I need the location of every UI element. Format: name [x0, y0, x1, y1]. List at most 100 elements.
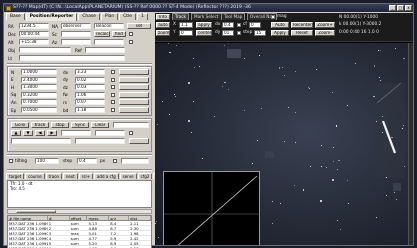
- option-checkbox[interactable]: [113, 159, 117, 163]
- dx-field[interactable]: 0.4: [222, 22, 234, 28]
- column-header[interactable]: mass: [87, 216, 110, 220]
- speed-field[interactable]: [61, 130, 91, 136]
- tilting-field[interactable]: 100: [35, 158, 59, 164]
- step-field[interactable]: 0.4: [77, 158, 97, 164]
- param-field[interactable]: 1.0000: [21, 69, 57, 75]
- maximize-button[interactable]: □: [397, 5, 404, 11]
- param-field[interactable]: 0.3200: [21, 91, 57, 98]
- option-checkbox[interactable]: [129, 131, 133, 135]
- tab-base[interactable]: Base: [6, 13, 25, 20]
- status-field[interactable]: [113, 122, 149, 128]
- vertical-scrollbar[interactable]: [408, 43, 413, 245]
- set-button[interactable]: set: [127, 23, 151, 29]
- column-header[interactable]: snr: [109, 216, 130, 220]
- arrow-up-button[interactable]: ▲: [11, 130, 21, 136]
- option-checkbox[interactable]: [237, 23, 241, 27]
- param-field[interactable]: 0.0500: [21, 107, 57, 113]
- bottom-tab[interactable]: course: [25, 173, 45, 179]
- param-checkbox[interactable]: [111, 70, 115, 74]
- zoom-in-button[interactable]: Zoom+: [315, 22, 335, 28]
- graph-inset[interactable]: [163, 171, 260, 245]
- arrow-down-button[interactable]: ▼: [23, 130, 33, 136]
- param-field[interactable]: 0.07: [75, 99, 105, 106]
- clear-button[interactable]: Clear: [91, 122, 109, 128]
- param-field[interactable]: 2.4000: [21, 76, 57, 83]
- form-field[interactable]: [85, 47, 125, 53]
- bottom-tab[interactable]: rsl+: [78, 173, 93, 179]
- option-checkbox[interactable]: [129, 32, 133, 36]
- param-field[interactable]: 0.03: [75, 84, 105, 91]
- param-button[interactable]: [119, 99, 149, 106]
- form-field[interactable]: [19, 47, 71, 53]
- param-button[interactable]: [119, 69, 149, 75]
- x-field[interactable]: 1.1: [179, 22, 193, 28]
- param-checkbox[interactable]: [111, 100, 115, 105]
- option-checkbox[interactable]: [237, 31, 241, 35]
- scroll-thumb[interactable]: [16, 210, 56, 213]
- param-button[interactable]: [119, 91, 149, 98]
- tab-mark-select[interactable]: Mark Select: [191, 13, 222, 20]
- param-field[interactable]: 0.7000: [21, 99, 57, 106]
- tab-track[interactable]: Track: [172, 13, 189, 20]
- step-field[interactable]: 15: [254, 30, 266, 36]
- cf-field[interactable]: 0: [249, 22, 261, 28]
- stop-button[interactable]: stop: [51, 122, 69, 128]
- tab-position[interactable]: Position/Reporter: [25, 13, 78, 21]
- column-header[interactable]: dist: [129, 216, 151, 220]
- reset-button[interactable]: Reset: [291, 30, 313, 36]
- param-field[interactable]: 1.06: [75, 91, 105, 98]
- minimize-button[interactable]: _: [389, 5, 396, 11]
- extra-field[interactable]: [121, 158, 149, 164]
- form-field[interactable]: observer: [61, 23, 91, 29]
- zoom-button[interactable]: zoom: [156, 30, 170, 36]
- dy-field[interactable]: 01: [222, 30, 234, 36]
- tab-ctle[interactable]: Ctle: [119, 13, 136, 20]
- form-field[interactable]: Beacon: [94, 23, 124, 29]
- recenter-button[interactable]: Recenter: [291, 22, 313, 28]
- info-button[interactable]: Info: [156, 14, 170, 20]
- column-header[interactable]: # file name: [8, 216, 48, 220]
- find-button[interactable]: find: [112, 31, 126, 37]
- tab-tool-map[interactable]: Tool Map: [221, 13, 246, 20]
- form-field[interactable]: 1234.5: [19, 23, 49, 29]
- star-field-image[interactable]: [155, 43, 413, 245]
- track-button[interactable]: track: [31, 122, 49, 128]
- param-button[interactable]: [119, 84, 149, 91]
- param-field[interactable]: 1.3000: [21, 84, 57, 91]
- param-checkbox[interactable]: [111, 108, 115, 112]
- rate-field[interactable]: [95, 130, 125, 136]
- horizontal-scrollbar[interactable]: [7, 209, 152, 214]
- form-field[interactable]: [61, 31, 91, 37]
- param-checkbox[interactable]: [111, 92, 115, 97]
- column-header[interactable]: offset: [70, 216, 88, 220]
- arrow-right-button[interactable]: ▶: [47, 130, 57, 136]
- form-field[interactable]: 00:00:44: [19, 31, 49, 37]
- bottom-tab[interactable]: cfg2: [137, 173, 153, 179]
- tilting-checkbox[interactable]: [9, 159, 13, 163]
- option-checkbox[interactable]: [129, 40, 133, 44]
- auto-button-2[interactable]: Auto: [271, 22, 289, 28]
- auto-button[interactable]: auto: [156, 22, 170, 28]
- option-checkbox[interactable]: [271, 15, 275, 19]
- zoom-out-button[interactable]: Zoom-: [315, 30, 335, 36]
- bottom-tab[interactable]: target: [6, 173, 25, 179]
- tab-1[interactable]: 1: [136, 13, 148, 20]
- bottom-tab[interactable]: serve: [119, 173, 137, 179]
- coord-field[interactable]: [75, 138, 125, 144]
- arrow-left-button[interactable]: ◀: [35, 130, 45, 136]
- tab-chase[interactable]: Chase: [78, 13, 100, 20]
- y-field[interactable]: 0: [179, 30, 193, 36]
- form-field[interactable]: [94, 39, 124, 45]
- bottom-tab[interactable]: add a cfg: [93, 173, 119, 179]
- center-button[interactable]: center: [196, 30, 212, 36]
- form-field[interactable]: [61, 39, 91, 45]
- param-field[interactable]: 3.23: [75, 69, 105, 75]
- tab-plan[interactable]: Plan: [100, 13, 119, 20]
- param-button[interactable]: [119, 107, 149, 113]
- ok-button[interactable]: [129, 138, 149, 144]
- form-field[interactable]: +15:38: [19, 39, 49, 45]
- param-field[interactable]: 0.02: [75, 76, 105, 83]
- goto-button[interactable]: GoTo: [11, 122, 29, 128]
- column-header[interactable]: #: [48, 216, 70, 220]
- close-button[interactable]: x: [405, 5, 412, 11]
